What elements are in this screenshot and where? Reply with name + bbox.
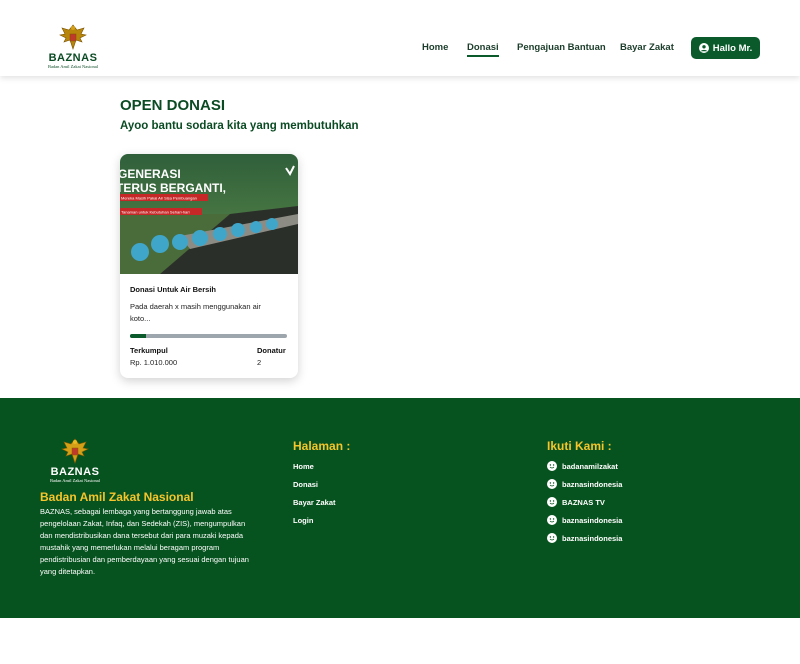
nav-pengajuan-bantuan[interactable]: Pengajuan Bantuan xyxy=(517,42,606,53)
footer-logo: BAZNAS Badan Amil Zakat Nasional xyxy=(40,436,110,483)
collected-value: Rp. 1.010.000 xyxy=(130,358,178,367)
donation-card-description: Pada daerah x masih menggunakan air koto… xyxy=(130,302,261,323)
footer-logo-title: BAZNAS xyxy=(50,466,100,478)
smile-icon xyxy=(547,497,557,507)
logo-title: BAZNAS xyxy=(48,52,98,64)
image-caption-1: Mereka Masih Pakai Air Sisa Pembuangan xyxy=(121,196,197,201)
footer-org-name: Badan Amil Zakat Nasional xyxy=(40,490,194,504)
social-link-1[interactable]: badanamilzakat xyxy=(547,461,618,471)
nav-bayar-zakat[interactable]: Bayar Zakat xyxy=(620,42,674,53)
nav-donasi[interactable]: Donasi xyxy=(467,42,499,57)
smile-icon xyxy=(547,461,557,471)
footer-description: BAZNAS, sebagai lembaga yang bertanggung… xyxy=(40,507,249,576)
footer-pages-heading: Halaman : xyxy=(293,439,351,453)
footer-link-donasi[interactable]: Donasi xyxy=(293,480,318,489)
donation-progress-fill xyxy=(130,334,146,338)
smile-icon xyxy=(547,479,557,489)
social-label: badanamilzakat xyxy=(562,461,618,471)
image-headline-1: GENERASI xyxy=(120,167,181,181)
donation-progress-bar xyxy=(130,334,287,338)
donors-label: Donatur xyxy=(257,346,286,355)
social-link-5[interactable]: baznasindonesia xyxy=(547,533,622,543)
image-headline-2: TERUS BERGANTI, xyxy=(120,181,226,195)
social-label: baznasindonesia xyxy=(562,533,623,543)
social-link-3[interactable]: BAZNAS TV xyxy=(547,497,605,507)
smile-icon xyxy=(547,533,557,543)
page-title: OPEN DONASI xyxy=(120,97,226,114)
image-caption-2: Tanaman untuk Kebutuhan Sehari-hari xyxy=(121,210,190,215)
donation-card[interactable]: GENERASI TERUS BERGANTI, Mereka Masih Pa… xyxy=(120,154,298,378)
garuda-emblem-icon xyxy=(59,24,87,50)
social-label: baznasindonesia xyxy=(562,479,623,489)
baznas-logo[interactable]: BAZNAS Badan Amil Zakat Nasional xyxy=(40,22,106,74)
user-menu-label: Hallo Mr. xyxy=(712,42,753,54)
user-circle-icon xyxy=(698,43,709,53)
footer-link-bayar-zakat[interactable]: Bayar Zakat xyxy=(293,498,336,507)
user-menu-button[interactable]: Hallo Mr. xyxy=(691,37,760,59)
social-link-4[interactable]: baznasindonesia xyxy=(547,515,622,525)
footer-link-login[interactable]: Login xyxy=(293,516,313,525)
footer-link-home[interactable]: Home xyxy=(293,462,314,471)
site-footer: BAZNAS Badan Amil Zakat Nasional Badan A… xyxy=(0,398,800,618)
smile-icon xyxy=(547,515,557,525)
page-subtitle: Ayoo bantu sodara kita yang membutuhkan xyxy=(120,120,359,132)
social-link-2[interactable]: baznasindonesia xyxy=(547,479,622,489)
footer-follow-heading: Ikuti Kami : xyxy=(547,439,612,453)
collected-label: Terkumpul xyxy=(130,346,168,355)
donation-card-image: GENERASI TERUS BERGANTI, Mereka Masih Pa… xyxy=(120,154,298,274)
site-header: BAZNAS Badan Amil Zakat Nasional Home Do… xyxy=(0,0,800,76)
garuda-emblem-icon xyxy=(61,438,89,464)
social-label: baznasindonesia xyxy=(562,515,623,525)
donation-card-title: Donasi Untuk Air Bersih xyxy=(130,285,216,294)
footer-logo-subtitle: Badan Amil Zakat Nasional xyxy=(49,478,101,483)
logo-subtitle: Badan Amil Zakat Nasional xyxy=(47,64,99,69)
donors-value: 2 xyxy=(257,358,262,367)
social-label: BAZNAS TV xyxy=(562,497,605,507)
nav-home[interactable]: Home xyxy=(422,42,448,53)
